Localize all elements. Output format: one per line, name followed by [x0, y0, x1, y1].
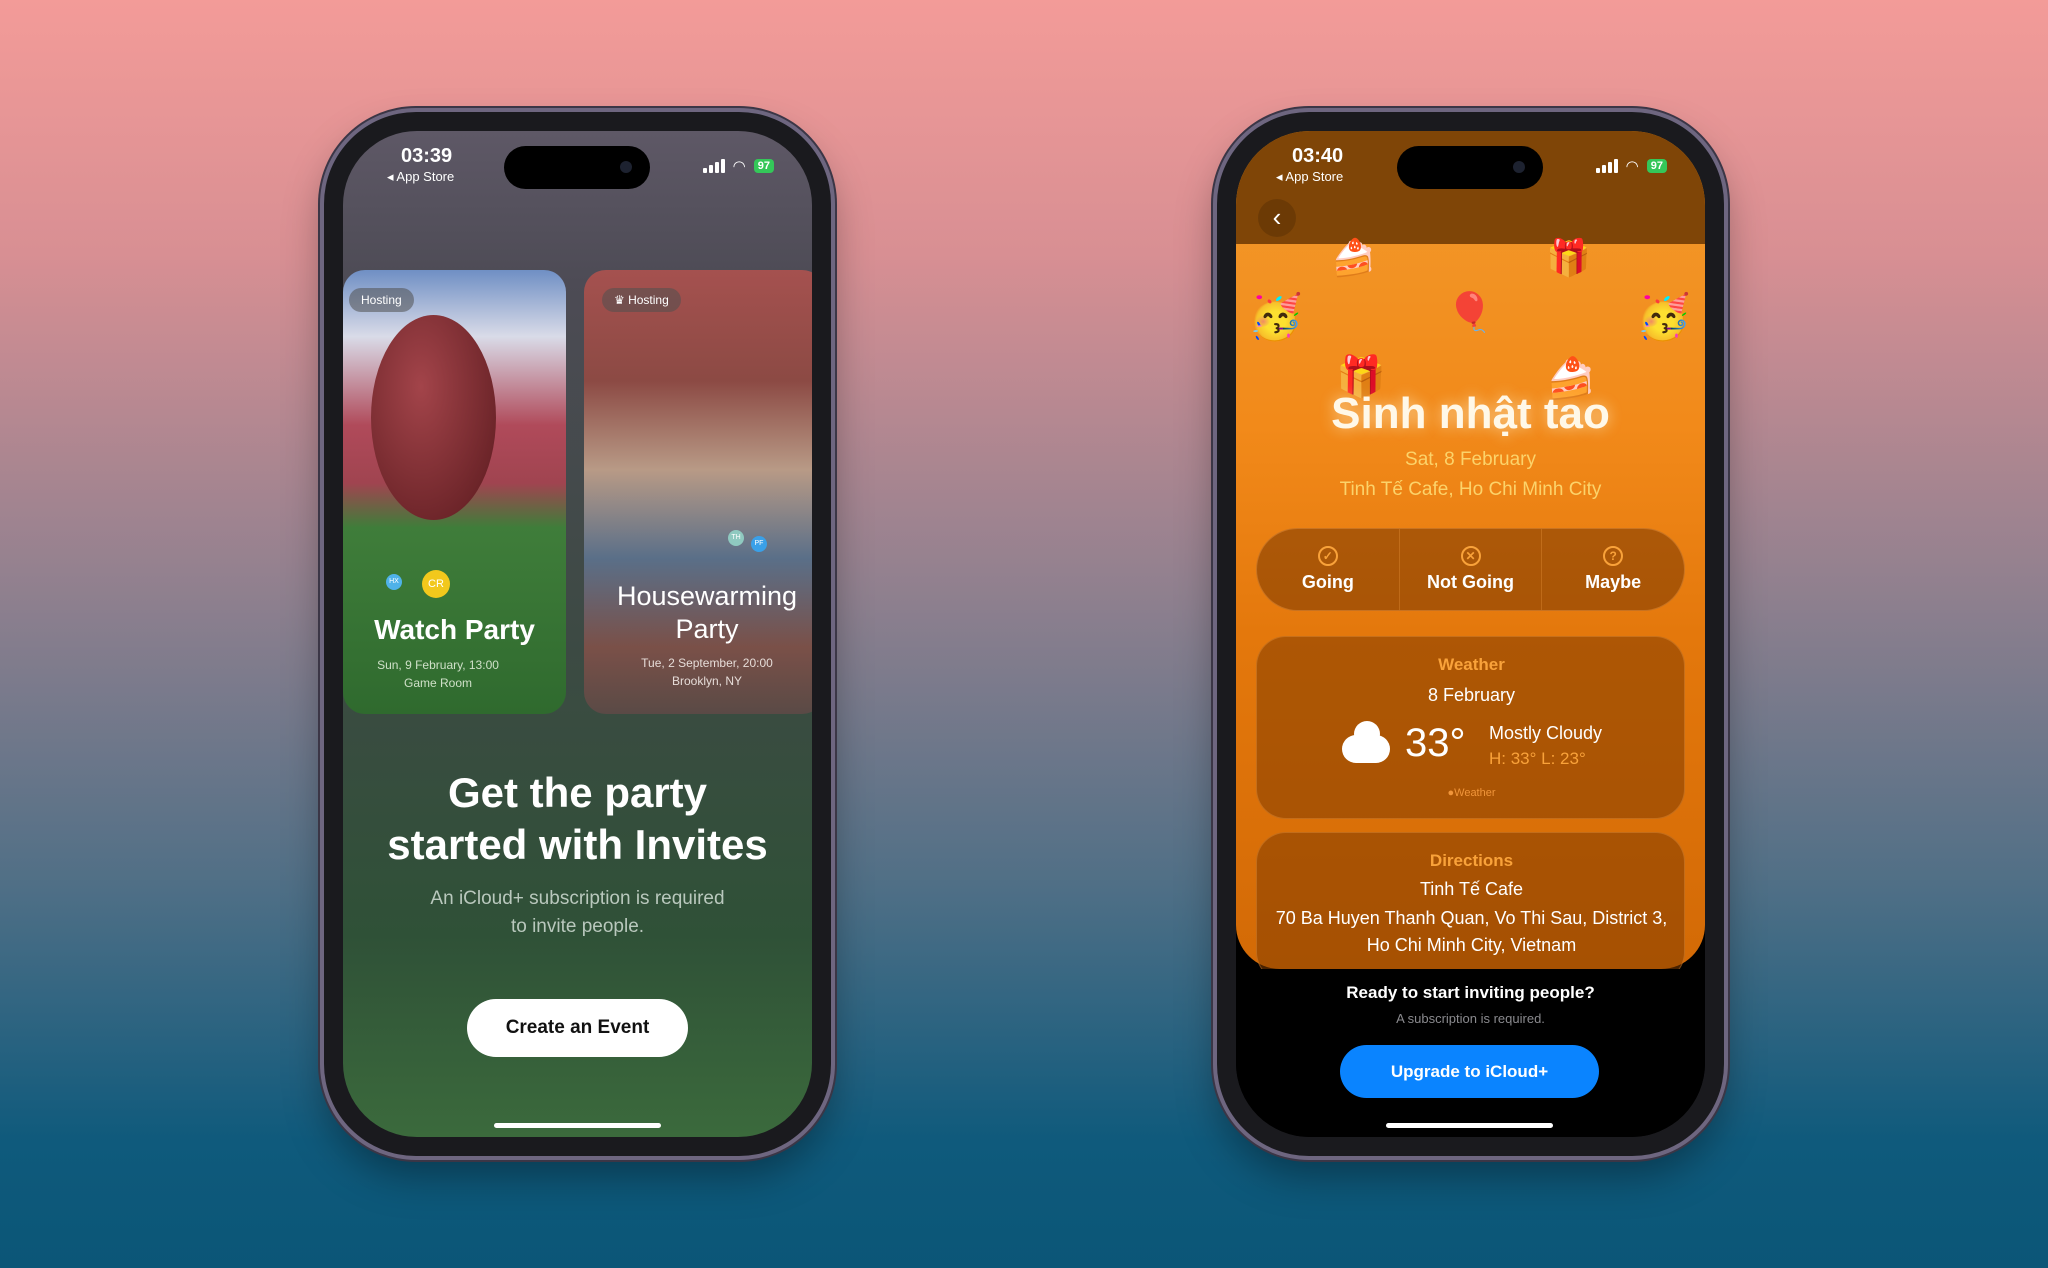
- partying-face-icon: 🥳: [1248, 293, 1303, 342]
- rsvp-control: ✓ Going ✕ Not Going ? Maybe: [1256, 528, 1685, 611]
- rsvp-label: Going: [1301, 572, 1354, 592]
- invite-prompt-sub: A subscription is required.: [1396, 1011, 1545, 1026]
- status-time: 03:39: [401, 145, 453, 167]
- create-event-button[interactable]: Create an Event: [467, 999, 688, 1057]
- weather-attribution: ●Weather: [1257, 787, 1686, 799]
- home-indicator: [494, 1123, 661, 1128]
- avatar-pf: PF: [751, 536, 767, 552]
- battery-icon: 97: [1646, 159, 1667, 173]
- avatar-cr: CR: [422, 570, 450, 598]
- event-location: Tinh Tế Cafe, Ho Chi Minh City: [1339, 479, 1602, 500]
- weather-condition: Mostly Cloudy: [1489, 723, 1603, 743]
- rsvp-label: Not Going: [1427, 572, 1514, 592]
- status-icons: ◠ 97: [702, 157, 774, 175]
- event-detail-screen: 03:40 ◂ App Store ◠ 97 ‹ 🥳 🥳 🎈 🎁 🍰 🍰 🎁 S…: [1236, 131, 1705, 1137]
- check-circle-icon: ✓: [1317, 546, 1338, 566]
- weather-heading: Weather: [1438, 655, 1505, 674]
- back-to-app-store[interactable]: ◂ App Store: [1276, 169, 1343, 185]
- rsvp-going-button[interactable]: ✓ Going: [1257, 529, 1400, 610]
- rsvp-maybe-button[interactable]: ? Maybe: [1542, 529, 1684, 610]
- weather-date: 8 February: [1427, 685, 1516, 705]
- directions-heading: Directions: [1429, 851, 1514, 870]
- wifi-icon: ◠: [732, 158, 746, 175]
- place-address: 70 Ba Huyen Thanh Quan, Vo Thi Sau, Dist…: [1275, 908, 1668, 955]
- card-location: Brooklyn, NY: [671, 674, 743, 688]
- place-name: Tinh Tế Cafe: [1419, 879, 1524, 899]
- dynamic-island: [504, 146, 650, 189]
- status-time: 03:40: [1292, 145, 1344, 167]
- gift-icon: 🎁: [1546, 237, 1591, 278]
- card-title: Watch Party: [374, 614, 535, 645]
- invite-prompt: Ready to start inviting people?: [1346, 983, 1595, 1002]
- directions-card[interactable]: Directions Tinh Tế Cafe 70 Ba Huyen Than…: [1256, 832, 1685, 982]
- crown-icon: ♛: [614, 293, 629, 307]
- x-circle-icon: ✕: [1460, 546, 1481, 566]
- avatar-th: TH: [728, 530, 744, 546]
- upgrade-icloud-button[interactable]: Upgrade to iCloud+: [1340, 1045, 1599, 1098]
- dynamic-island: [1397, 146, 1543, 189]
- back-chevron-icon[interactable]: ‹: [1258, 199, 1296, 237]
- avatar-hx: HX: [386, 574, 402, 590]
- home-indicator: [1386, 1123, 1553, 1128]
- card-date: Tue, 2 September, 20:00: [641, 656, 773, 670]
- cake-icon: 🍰: [1331, 237, 1376, 278]
- attribution-label: Weather: [1454, 787, 1496, 799]
- cloud-icon: [1342, 721, 1390, 763]
- weather-hilo: H: 33° L: 23°: [1489, 749, 1586, 768]
- battery-icon: 97: [753, 159, 774, 173]
- hosting-badge: ♛ Hosting: [602, 288, 681, 312]
- right-phone: 03:40 ◂ App Store ◠ 97 ‹ 🥳 🥳 🎈 🎁 🍰 🍰 🎁 S…: [1217, 112, 1724, 1156]
- partying-face-icon: 🥳: [1636, 293, 1691, 342]
- invites-onboarding-screen: 03:39 ◂ App Store ◠ 97 Hosting HX CR Wat…: [343, 131, 812, 1137]
- back-to-app-store[interactable]: ◂ App Store: [387, 169, 454, 185]
- event-date: Sat, 8 February: [1405, 449, 1536, 470]
- weather-card[interactable]: Weather 8 February 33° Mostly Cloudy H: …: [1256, 636, 1685, 819]
- signal-icon: [702, 159, 725, 173]
- event-card-watch-party[interactable]: Hosting HX CR Watch Party Sun, 9 Februar…: [343, 270, 566, 714]
- event-card-housewarming[interactable]: ♛ Hosting TH PF Housewarming Party Tue, …: [584, 270, 812, 714]
- hosting-badge: Hosting: [349, 288, 414, 312]
- wifi-icon: ◠: [1625, 158, 1639, 175]
- left-phone: 03:39 ◂ App Store ◠ 97 Hosting HX CR Wat…: [324, 112, 831, 1156]
- rsvp-label: Maybe: [1585, 572, 1642, 592]
- balloon-icon: 🎈: [1446, 292, 1494, 334]
- football-image: [371, 315, 496, 520]
- event-title: Sinh nhật tao: [1331, 389, 1610, 438]
- card-date: Sun, 9 February, 13:00: [377, 658, 499, 672]
- card-title: Housewarming Party: [616, 581, 798, 644]
- rsvp-not-going-button[interactable]: ✕ Not Going: [1400, 529, 1543, 610]
- headline: Get the party started with Invites: [387, 769, 768, 868]
- status-icons: ◠ 97: [1595, 157, 1667, 175]
- subtitle: An iCloud+ subscription is required to i…: [430, 888, 725, 937]
- hosting-label: Hosting: [628, 293, 669, 307]
- weather-temp: 33°: [1405, 721, 1466, 765]
- card-location: Game Room: [403, 676, 473, 690]
- question-circle-icon: ?: [1603, 546, 1624, 566]
- signal-icon: [1595, 159, 1618, 173]
